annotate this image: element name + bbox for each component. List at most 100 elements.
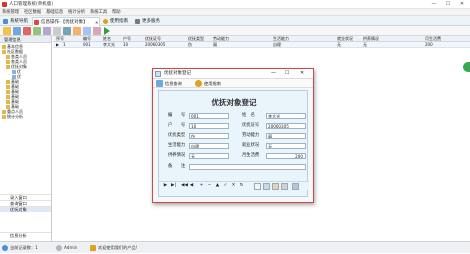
cancel-button[interactable]: ✕ <box>231 183 236 189</box>
search-icon[interactable] <box>73 27 81 35</box>
tab-system-nav[interactable]: 系统导航 <box>2 17 30 26</box>
record-navigator: ▶ ▶| ◀◀ ◀ + − ▲ ✓ ✕ ↻ <box>159 181 309 190</box>
certificate-field[interactable]: 20060305 <box>266 123 306 129</box>
label-jiuye: 就业状况 <box>242 143 260 148</box>
query-button[interactable]: 信息查询 <box>165 80 182 87</box>
toolbar <box>0 26 470 36</box>
folder-icon <box>6 79 10 84</box>
save-icon[interactable] <box>33 27 41 35</box>
table-cell: 无 <box>337 42 341 47</box>
table-cell: 李大光 <box>103 42 115 47</box>
menu-item-help[interactable]: 帮助 <box>112 9 121 16</box>
sidebar-entry-subject[interactable]: 优抚对象 <box>0 206 51 212</box>
dialog-maximize-button[interactable]: ☐ <box>285 70 289 76</box>
household-field[interactable]: 10 <box>189 123 229 129</box>
tab-user-guide[interactable]: 使用指南 <box>102 17 132 26</box>
add-record-button[interactable]: + <box>199 183 204 189</box>
monthly-allowance-field[interactable]: 200 <box>266 153 306 159</box>
last-record-button[interactable]: ▶| <box>171 183 176 189</box>
home-icon <box>3 19 8 24</box>
current-user: Admin <box>64 245 78 250</box>
record-icon <box>34 20 39 25</box>
up-button[interactable]: ▲ <box>215 183 220 189</box>
label-zhenghao: 优抚证号 <box>242 123 260 128</box>
folder-icon <box>2 114 6 119</box>
minimize-button[interactable]: — <box>428 0 440 9</box>
dialog-icon <box>155 71 161 77</box>
add-icon[interactable] <box>3 27 11 35</box>
table-cell: 无 <box>363 42 367 47</box>
row-index: ▶ <box>56 42 60 47</box>
dialog-title-bar: 优抚对象登记 — ☐ ✕ <box>153 69 313 79</box>
table-cell: 001 <box>83 42 91 47</box>
refresh-icon[interactable] <box>63 27 71 35</box>
guide-button[interactable]: 使用指南 <box>204 80 221 87</box>
filter-icon[interactable] <box>83 27 91 35</box>
prev-record-button[interactable]: ◀ <box>189 183 194 189</box>
first-record-button[interactable]: ▶ <box>163 183 168 189</box>
cancel-icon[interactable] <box>43 27 51 35</box>
info-icon <box>2 245 8 251</box>
tab-label: 使用指南 <box>110 19 128 24</box>
refresh-button[interactable]: ↻ <box>239 183 244 189</box>
employment-field[interactable]: 无 <box>266 143 306 149</box>
print-icon[interactable] <box>272 183 279 190</box>
edit-icon[interactable] <box>13 27 21 35</box>
sidebar-entry-analysis[interactable]: 信息分析 <box>0 232 51 238</box>
avatar <box>56 245 62 251</box>
menu-item-community[interactable]: 社区数据 <box>24 9 41 16</box>
message-icon <box>90 245 96 251</box>
floating-service-icon[interactable] <box>463 62 470 72</box>
export-icon[interactable] <box>93 27 101 35</box>
close-button[interactable]: ✕ <box>456 0 468 9</box>
table-cell: 弱 <box>213 42 217 47</box>
labor-ability-field[interactable]: 弱 <box>266 133 306 139</box>
new-icon[interactable] <box>254 183 261 190</box>
menu-item-statistics[interactable]: 统计分析 <box>68 9 85 16</box>
help-icon <box>195 80 202 87</box>
menu-item-system[interactable]: 系统管理 <box>2 9 19 16</box>
tab-more-services[interactable]: 更多服务 <box>134 17 166 26</box>
label-laodong: 劳动能力 <box>242 133 260 138</box>
label-yue: 月生活费 <box>242 153 260 158</box>
label-bianhao: 编 号 <box>168 113 186 118</box>
services-icon <box>135 19 140 24</box>
tree-node[interactable]: 统计分析 <box>2 114 23 119</box>
table-row[interactable]: ▶ 1 001 李大光 10 20060305 伤 弱 自理 无 无 200 <box>53 42 470 48</box>
menu-item-tools[interactable]: 系统工具 <box>90 9 107 16</box>
dialog-title: 优抚对象登记 <box>164 71 191 76</box>
folder-icon <box>6 84 10 89</box>
maximize-button[interactable]: ☐ <box>442 0 454 9</box>
dialog-close-button[interactable]: ✕ <box>300 70 304 76</box>
remarks-field[interactable] <box>189 164 306 170</box>
print-icon[interactable] <box>53 27 61 35</box>
folder-icon <box>6 64 10 69</box>
type-field[interactable]: 伤 <box>189 133 229 139</box>
label-gongyang: 供养情况 <box>168 153 186 158</box>
menu-item-basic-info[interactable]: 基础信息 <box>46 9 63 16</box>
save-icon[interactable] <box>263 183 270 190</box>
delete-record-button[interactable]: − <box>207 183 212 189</box>
delete-icon[interactable] <box>23 27 31 35</box>
help-icon <box>103 19 108 24</box>
label-huhao: 户 号 <box>168 123 186 128</box>
bianhao-field[interactable]: 001 <box>189 113 229 119</box>
folder-icon <box>2 109 6 114</box>
confirm-button[interactable]: ✓ <box>223 183 228 189</box>
folder-icon <box>6 99 10 104</box>
table-cell: 伤 <box>188 42 192 47</box>
undo-icon[interactable] <box>281 183 288 190</box>
table-cell: 10 <box>123 42 129 47</box>
table-cell: 1 <box>63 42 66 47</box>
label-beizhu: 备 注 <box>168 164 186 169</box>
folder-icon <box>2 49 6 54</box>
tab-label: 信息操作-【优抚对象】 <box>41 20 88 25</box>
name-field[interactable]: 李大光 <box>266 113 306 119</box>
prev-page-button[interactable]: ◀◀ <box>181 183 188 189</box>
exit-icon[interactable] <box>292 183 299 190</box>
tab-info-operation[interactable]: 信息操作-【优抚对象】 ✕ <box>32 17 100 26</box>
living-ability-field[interactable]: 自理 <box>189 143 229 149</box>
support-field[interactable]: 无 <box>189 153 229 159</box>
dialog-minimize-button[interactable]: — <box>271 70 276 76</box>
next-icon[interactable] <box>104 27 110 35</box>
